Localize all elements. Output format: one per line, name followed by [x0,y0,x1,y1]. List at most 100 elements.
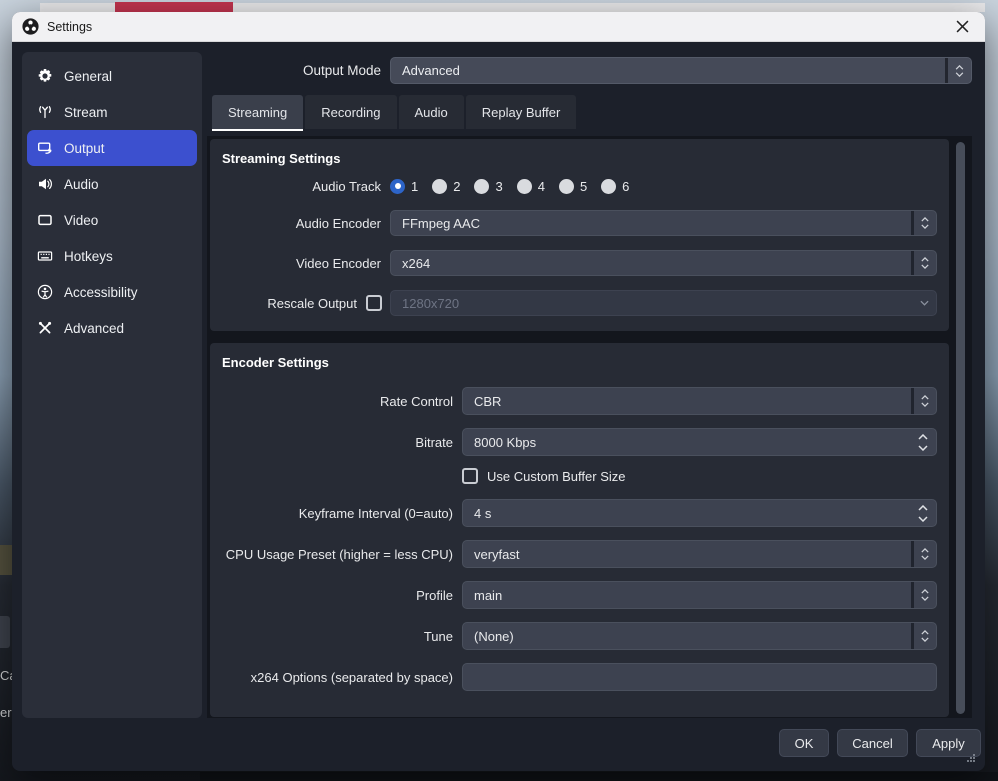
selected-value: x264 [391,256,911,271]
rescale-resolution-select[interactable]: 1280x720 [390,290,937,316]
spinbox-arrows-icon[interactable] [910,500,936,526]
tab-audio[interactable]: Audio [399,95,464,129]
field-label: x264 Options (separated by space) [222,670,462,685]
radio-label: 6 [622,179,629,194]
output-mode-select[interactable]: Advanced [390,57,972,84]
tune-select[interactable]: (None) [462,622,937,650]
rescale-output-checkbox[interactable] [366,295,382,311]
checkbox-label: Use Custom Buffer Size [487,469,625,484]
selected-value: FFmpeg AAC [391,216,911,231]
radio-dot [559,179,574,194]
combo-spinner-icon[interactable] [911,211,936,235]
sidebar-item-label: Accessibility [64,285,138,300]
combo-spinner-icon[interactable] [911,582,936,608]
keyframe-interval-spinbox[interactable]: 4 s [462,499,937,527]
x264-options-field [462,663,937,691]
radio-track-5[interactable]: 5 [559,179,587,194]
tools-icon [37,320,53,336]
video-encoder-row: Video Encoder x264 [222,250,937,276]
ok-button[interactable]: OK [779,729,829,757]
radio-label: 1 [411,179,418,194]
spinbox-arrows-icon[interactable] [910,429,936,455]
audio-encoder-select[interactable]: FFmpeg AAC [390,210,937,236]
sidebar-item-accessibility[interactable]: Accessibility [27,274,197,310]
field-label: Audio Track [222,179,390,194]
cpu-preset-select[interactable]: veryfast [462,540,937,568]
radio-track-6[interactable]: 6 [601,179,629,194]
radio-track-4[interactable]: 4 [517,179,545,194]
x264-options-input[interactable] [463,664,936,690]
combo-spinner-icon[interactable] [911,623,936,649]
cancel-button[interactable]: Cancel [837,729,908,757]
obs-logo-icon [22,18,39,35]
sidebar-item-output[interactable]: Output [27,130,197,166]
sidebar-item-label: General [64,69,112,84]
close-button[interactable] [949,15,975,39]
gear-icon [37,68,53,84]
resize-grip-icon[interactable] [966,753,976,763]
keyframe-interval-row: Keyframe Interval (0=auto) 4 s [222,499,937,527]
radio-dot [432,179,447,194]
audio-track-row: Audio Track 1 2 3 4 5 6 [222,176,937,196]
selected-value: main [463,588,911,603]
sidebar-item-advanced[interactable]: Advanced [27,310,197,346]
radio-dot [474,179,489,194]
sidebar-item-video[interactable]: Video [27,202,197,238]
vertical-scrollbar[interactable] [956,142,965,714]
output-tabs: Streaming Recording Audio Replay Buffer [212,95,576,129]
radio-track-2[interactable]: 2 [432,179,460,194]
custom-buffer-row: Use Custom Buffer Size [222,466,937,486]
radio-track-3[interactable]: 3 [474,179,502,194]
output-icon [37,140,53,156]
sidebar-item-audio[interactable]: Audio [27,166,197,202]
radio-label: 4 [538,179,545,194]
sidebar-item-label: Audio [64,177,99,192]
sidebar-item-label: Video [64,213,98,228]
tab-streaming[interactable]: Streaming [212,95,303,129]
antenna-icon [37,104,53,120]
panel-heading: Streaming Settings [222,151,937,166]
audio-encoder-row: Audio Encoder FFmpeg AAC [222,210,937,236]
background-dark-bar [200,772,998,781]
sidebar-item-label: Hotkeys [64,249,113,264]
rescale-output-row: Rescale Output 1280x720 [222,290,937,316]
tab-replay-buffer[interactable]: Replay Buffer [466,95,577,129]
field-label: Video Encoder [222,256,390,271]
sidebar-item-hotkeys[interactable]: Hotkeys [27,238,197,274]
settings-scroll-area: Streaming Settings Audio Track 1 2 3 4 5… [207,136,972,718]
tune-row: Tune (None) [222,622,937,650]
selected-value: veryfast [463,547,911,562]
panel-heading: Encoder Settings [222,355,937,370]
profile-select[interactable]: main [462,581,937,609]
selected-value: (None) [463,629,911,644]
background-red-strip [115,2,233,12]
selected-value: 1280x720 [391,296,912,311]
custom-buffer-checkbox-group[interactable]: Use Custom Buffer Size [462,468,625,484]
background-text-fragment: er [0,705,12,720]
output-mode-row: Output Mode Advanced [212,57,972,84]
bitrate-spinbox[interactable]: 8000 Kbps [462,428,937,456]
spinbox-value: 4 s [463,506,910,521]
combo-spinner-icon[interactable] [911,251,936,275]
rate-control-select[interactable]: CBR [462,387,937,415]
sidebar-item-stream[interactable]: Stream [27,94,197,130]
field-label: Profile [222,588,462,603]
close-icon [956,20,969,33]
radio-track-1[interactable]: 1 [390,179,418,194]
cpu-preset-row: CPU Usage Preset (higher = less CPU) ver… [222,540,937,568]
field-label: Keyframe Interval (0=auto) [222,506,462,521]
combo-spinner-icon[interactable] [911,541,936,567]
combo-spinner-icon[interactable] [911,388,936,414]
streaming-settings-panel: Streaming Settings Audio Track 1 2 3 4 5… [210,139,949,331]
tab-recording[interactable]: Recording [305,95,396,129]
combo-spinner-icon[interactable] [945,58,971,83]
encoder-settings-panel: Encoder Settings Rate Control CBR Bitrat… [210,343,949,717]
sidebar-item-general[interactable]: General [27,58,197,94]
field-label: CPU Usage Preset (higher = less CPU) [222,547,462,562]
custom-buffer-checkbox[interactable] [462,468,478,484]
spinbox-value: 8000 Kbps [463,435,910,450]
radio-dot [390,179,405,194]
bitrate-row: Bitrate 8000 Kbps [222,428,937,456]
video-encoder-select[interactable]: x264 [390,250,937,276]
field-label: Rate Control [222,394,462,409]
